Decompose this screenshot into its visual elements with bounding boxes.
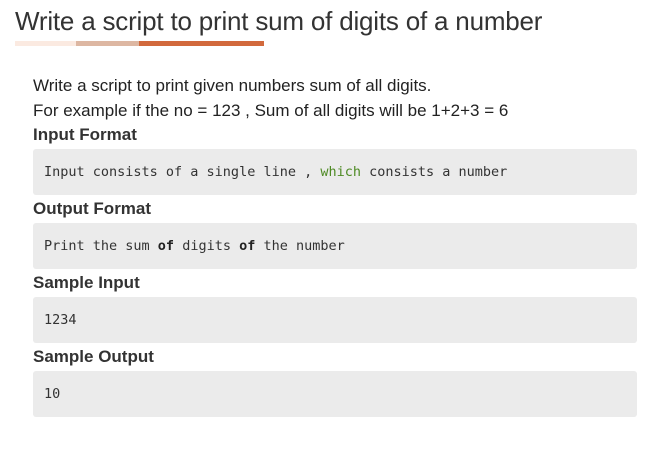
description-line-2: For example if the no = 123 , Sum of all… [33,101,509,120]
sample-output-value: 10 [44,386,61,402]
output-format-box: Print the sum of digits of the number [33,223,637,269]
problem-content: Write a script to print given numbers su… [33,73,637,417]
page-title: Write a script to print sum of digits of… [15,6,543,36]
input-format-box: Input consists of a single line , which … [33,149,637,195]
sample-output-box: 10 [33,371,637,417]
output-format-text-2: digits [174,238,240,254]
output-format-keyword-1: of [157,238,175,254]
input-format-keyword: which [320,164,361,180]
sample-input-value: 1234 [44,312,77,328]
sample-input-box: 1234 [33,297,637,343]
output-format-text-3: the number [255,238,345,254]
output-format-keyword-2: of [239,238,256,254]
input-format-text-2: consists a number [360,164,508,180]
input-format-text-1: Input consists of a single line , [44,164,321,180]
underline-segment-light [15,41,76,46]
sample-input-heading: Sample Input [33,273,140,292]
title-underline [15,41,264,46]
output-format-heading: Output Format [33,199,152,218]
sample-output-heading: Sample Output [33,347,154,366]
input-format-heading: Input Format [33,125,137,144]
underline-segment-mid [76,41,139,46]
output-format-text-1: Print the sum [44,238,158,254]
description-line-1: Write a script to print given numbers su… [33,76,432,95]
underline-segment-dark [139,41,264,46]
